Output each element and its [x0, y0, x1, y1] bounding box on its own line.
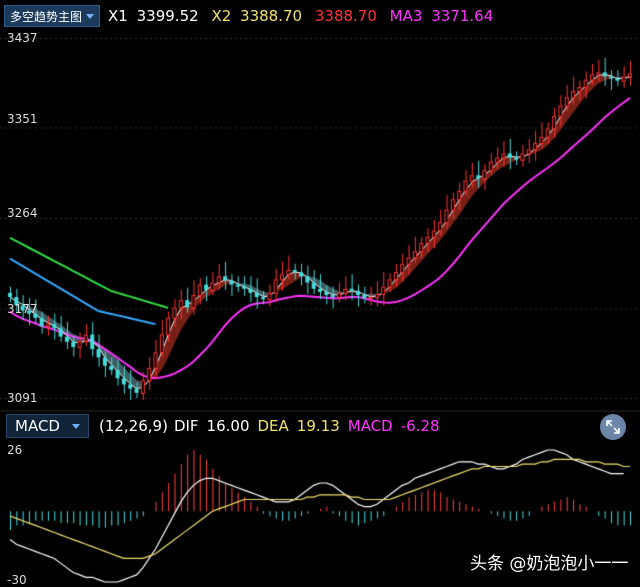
macd-selector[interactable]: MACD — [6, 414, 89, 438]
dea-value: 19.13 — [296, 417, 340, 435]
expand-button[interactable] — [600, 414, 626, 440]
legend-x2-key: X2 — [211, 7, 232, 25]
legend-x1-key: X1 — [108, 7, 128, 25]
legend-x2-value: 3388.70 — [240, 7, 303, 25]
macd-y-tick-label: 26 — [7, 443, 23, 457]
indicator-selector[interactable]: 多空趋势主图 — [4, 5, 101, 27]
y-tick-label: 3437 — [7, 31, 38, 45]
legend-ma3-value: 3371.64 — [431, 7, 494, 25]
dif-value: 16.00 — [206, 417, 250, 435]
macd-y-tick-label: -30 — [7, 573, 27, 587]
main-chart-header: 多空趋势主图 X1 3399.52 X2 3388.70 3388.70 MA3… — [0, 4, 497, 28]
y-tick-label: 3177 — [7, 302, 38, 316]
chart-canvas[interactable] — [0, 0, 640, 586]
chevron-down-icon — [71, 423, 80, 429]
dea-label: DEA — [257, 417, 289, 435]
chevron-down-icon — [86, 13, 95, 19]
expand-icon — [606, 420, 620, 434]
y-tick-label: 3351 — [7, 112, 38, 126]
legend-ma3-key: MA3 — [389, 7, 423, 25]
macd-params: (12,26,9) — [98, 417, 168, 435]
watermark: 头条 @奶泡泡小一一 — [470, 554, 629, 574]
y-tick-label: 3091 — [7, 391, 38, 405]
legend-x1-value: 3399.52 — [136, 7, 199, 25]
legend-red-value: 3388.70 — [314, 7, 377, 25]
legend: X1 3399.52 X2 3388.70 3388.70 MA3 3371.6… — [108, 7, 497, 25]
macd-selector-label: MACD — [15, 417, 60, 435]
macd-header: MACD (12,26,9) DIF 16.00 DEA 19.13 MACD … — [0, 414, 640, 438]
dif-label: DIF — [173, 417, 199, 435]
macd-label: MACD — [347, 417, 393, 435]
macd-value: -6.28 — [400, 417, 440, 435]
y-tick-label: 3264 — [7, 206, 38, 220]
indicator-selector-label: 多空趋势主图 — [10, 9, 83, 24]
